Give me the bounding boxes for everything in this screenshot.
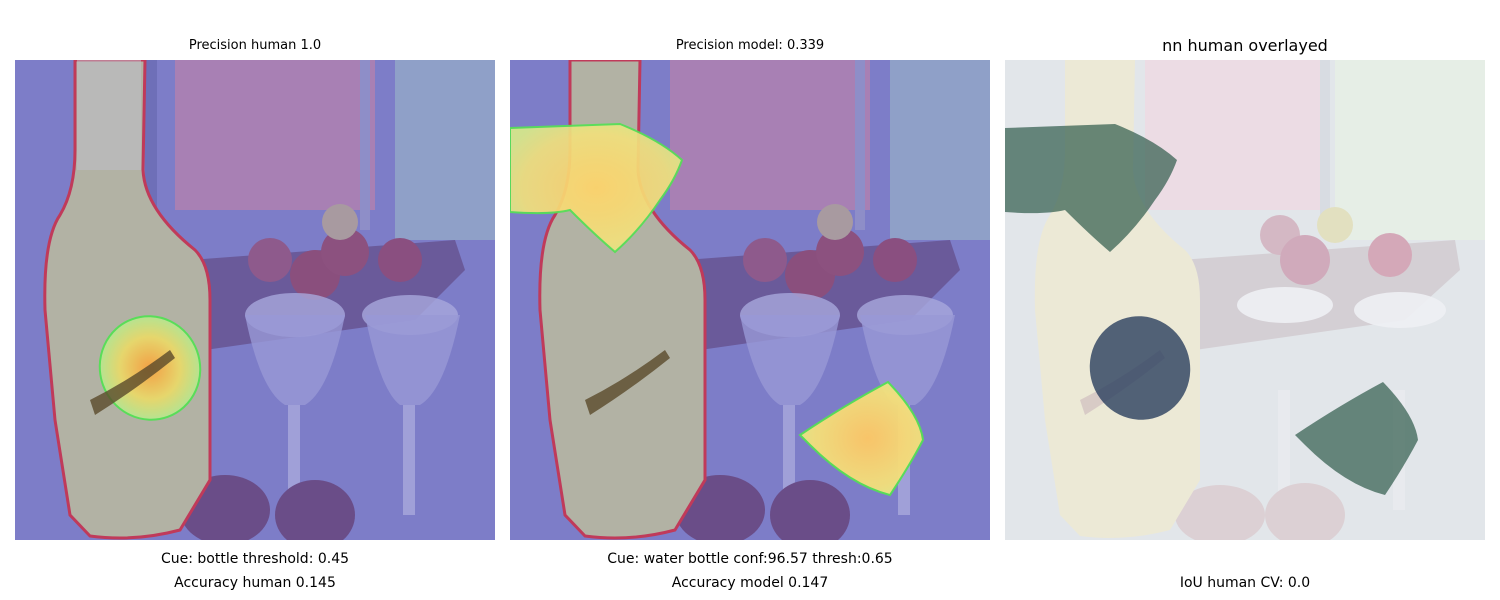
apple [1280, 235, 1330, 285]
panel-title: Precision model: 0.339 [675, 38, 825, 53]
apple [1317, 207, 1353, 243]
panel-title: Precision human 1.0 [188, 38, 322, 53]
overlay-image [1005, 60, 1485, 540]
panel-cue: Cue: water bottle conf:96.57 thresh:0.65 [607, 551, 893, 567]
panel-overlay: nn human overlayed IoU human CV: 0.0 [1005, 0, 1485, 600]
apple [248, 238, 292, 282]
glass [1354, 292, 1446, 328]
panel-accuracy: Accuracy human 0.145 [174, 575, 336, 591]
glass [1237, 287, 1333, 323]
panel-cue: Cue: bottle threshold: 0.45 [160, 551, 350, 567]
model-heatmap-image [510, 60, 990, 540]
apple [1368, 233, 1412, 277]
apple [817, 204, 853, 240]
apple [873, 238, 917, 282]
panel-iou: IoU human CV: 0.0 [1179, 575, 1311, 591]
panel-model: Precision model: 0.339 Cue: water bottle… [510, 0, 990, 600]
panel-human: Precision human 1.0 Cue: bottle threshol… [15, 0, 495, 600]
apple [378, 238, 422, 282]
apple [743, 238, 787, 282]
panel-accuracy: Accuracy model 0.147 [671, 575, 829, 591]
apple [322, 204, 358, 240]
human-annotation-image [15, 60, 495, 540]
panel-title: nn human overlayed [1162, 36, 1328, 55]
